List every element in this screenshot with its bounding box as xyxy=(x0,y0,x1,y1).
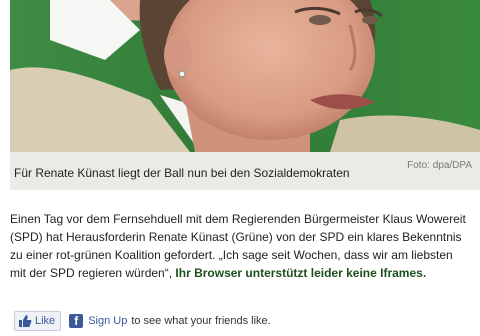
signup-link[interactable]: Sign Up xyxy=(88,315,127,327)
photo-credit: Foto: dpa/DPA xyxy=(407,160,472,171)
article-line-4-text: mit der SPD regieren würden“, xyxy=(10,266,176,280)
facebook-icon: f xyxy=(69,314,84,328)
signup-suffix-text: to see what your friends like. xyxy=(131,315,271,327)
article-body: Einen Tag vor dem Fernsehduell mit dem R… xyxy=(10,210,480,282)
photo-caption: Für Renate Künast liegt der Ball nun bei… xyxy=(14,166,350,180)
like-button-label: Like xyxy=(35,315,56,327)
portrait-image xyxy=(10,0,480,152)
article-photo xyxy=(10,0,480,152)
article-page: Für Renate Künast liegt der Ball nun bei… xyxy=(0,0,480,336)
facebook-social-bar: Like f Sign Up to see what your friends … xyxy=(14,311,271,331)
article-line-4: mit der SPD regieren würden“, Ihr Browse… xyxy=(10,264,480,282)
iframe-unsupported-note: Ihr Browser unterstützt leider keine Ifr… xyxy=(175,266,427,280)
like-button[interactable]: Like xyxy=(14,311,62,331)
article-line-1: Einen Tag vor dem Fernsehduell mit dem R… xyxy=(10,212,466,226)
photo-caption-bar: Für Renate Künast liegt der Ball nun bei… xyxy=(10,152,480,190)
article-paragraph: Einen Tag vor dem Fernsehduell mit dem R… xyxy=(10,210,480,282)
article-line-3: zu einer rot-grünen Koalition gefordert.… xyxy=(10,248,453,262)
thumbs-up-icon xyxy=(18,314,32,328)
article-line-2: (SPD) hat Herausforderin Renate Künast (… xyxy=(10,230,462,244)
